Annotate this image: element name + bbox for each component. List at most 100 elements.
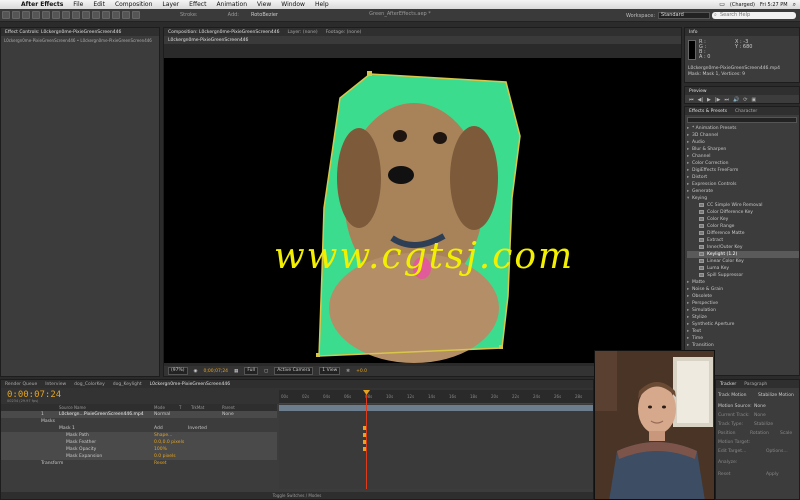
layer-row[interactable]: 1 L0ckergn...PixieGreenScreen446.mp4 Nor… [1, 411, 277, 418]
toggle-switches-modes[interactable]: Toggle Switches / Modes [1, 492, 593, 499]
layer-track-area[interactable] [279, 404, 593, 489]
clone-tool-icon[interactable] [102, 11, 110, 19]
composition-viewer[interactable]: www.cgtsj.com [164, 58, 681, 363]
app-menu[interactable]: After Effects [16, 1, 68, 8]
col-source-name[interactable]: Source Name [59, 404, 86, 411]
effect-category[interactable]: ▸ Noise & Grain [687, 286, 799, 293]
mask-path-row[interactable]: Mask Path Shape... [1, 432, 277, 439]
position-checkbox[interactable]: Position [718, 431, 736, 436]
effect-category[interactable]: ▸ Stylize [687, 314, 799, 321]
mask-feather-value[interactable]: 0.0,0.0 pixels [154, 439, 184, 446]
mask-feather-row[interactable]: Mask Feather 0.0,0.0 pixels [1, 439, 277, 446]
effect-category[interactable]: ▸ 3D Channel [687, 132, 799, 139]
tab-layer[interactable]: Layer: (none) [287, 30, 317, 35]
tab-dog-keylight[interactable]: dog_Keylight [113, 382, 142, 387]
loop-icon[interactable]: ⟳ [743, 97, 747, 103]
tab-dog-colorkey[interactable]: dog_ColorKey [74, 382, 105, 387]
current-track-select[interactable]: None [754, 413, 766, 418]
mask1-row[interactable]: Mask 1 Add Inverted [1, 425, 277, 432]
snapshot-icon[interactable]: ◉ [194, 369, 198, 374]
effect-item[interactable]: Luma Key [687, 265, 799, 272]
roto-brush-tool-icon[interactable] [122, 11, 130, 19]
tab-info[interactable]: Info [689, 30, 698, 35]
rotobezier-checkbox[interactable]: RotoBezier [251, 12, 278, 18]
resolution-select[interactable]: Full [244, 367, 259, 375]
options-button[interactable]: Options... [766, 449, 788, 454]
effect-category[interactable]: ▸ DigiEffects FreeForm [687, 167, 799, 174]
tab-effect-controls[interactable]: Effect Controls: L0ckergn0me-PixieGreenS… [5, 30, 121, 35]
effect-category[interactable]: ▸ Synthetic Aperture [687, 321, 799, 328]
zoom-select[interactable]: (97%) [168, 367, 188, 375]
effect-item[interactable]: Color Key [687, 216, 799, 223]
transform-row[interactable]: Transform Reset [1, 460, 277, 467]
hand-tool-icon[interactable] [12, 11, 20, 19]
transform-reset[interactable]: Reset [154, 460, 167, 467]
effect-category[interactable]: ▾ Keying [687, 195, 799, 202]
effect-category[interactable]: ▸ Blur & Sharpen [687, 146, 799, 153]
menu-composition[interactable]: Composition [110, 1, 157, 8]
mask-opacity-value[interactable]: 100% [154, 446, 167, 453]
exposure-value[interactable]: +0.0 [356, 369, 367, 374]
scale-checkbox[interactable]: Scale [780, 431, 792, 436]
mask-expansion-value[interactable]: 0.0 pixels [154, 453, 176, 460]
effect-category[interactable]: ▸ Text [687, 328, 799, 335]
effect-item[interactable]: Difference Matte [687, 230, 799, 237]
tab-effects-presets[interactable]: Effects & Presets [689, 109, 727, 114]
play-icon[interactable]: ▶ [707, 97, 711, 103]
mask-path-value[interactable]: Shape... [154, 432, 172, 439]
col-parent[interactable]: Parent [222, 404, 235, 411]
clock[interactable]: Fri 5:27 PM [760, 2, 788, 8]
views-select[interactable]: 1 View [319, 367, 341, 375]
zoom-tool-icon[interactable] [22, 11, 30, 19]
effect-category[interactable]: ▸ Expression Controls [687, 181, 799, 188]
grid-icon[interactable]: ▦ [234, 369, 238, 374]
layer-name[interactable]: L0ckergn...PixieGreenScreen446.mp4 [59, 411, 144, 418]
audio-icon[interactable]: 🔊 [733, 97, 739, 103]
menu-view[interactable]: View [252, 1, 276, 8]
stabilize-motion-button[interactable]: Stabilize Motion [758, 393, 794, 398]
tab-timeline-comp[interactable]: L0ckergn0me-PixieGreenScreen446 [150, 382, 230, 387]
layer-mode-select[interactable]: Normal [154, 411, 170, 418]
effect-item[interactable]: Inner/Outer Key [687, 244, 799, 251]
tab-paragraph[interactable]: Paragraph [744, 382, 767, 387]
effect-category[interactable]: ▸ Color Correction [687, 160, 799, 167]
workspace-select[interactable]: Standard [658, 12, 711, 19]
mask1-inverted-checkbox[interactable]: Inverted [188, 425, 207, 432]
mask-tool-icon[interactable] [62, 11, 70, 19]
brush-tool-icon[interactable] [92, 11, 100, 19]
effect-category[interactable]: ▸ Perspective [687, 300, 799, 307]
effect-item[interactable]: Linear Color Key [687, 258, 799, 265]
col-trkmat[interactable]: TrkMat [191, 404, 204, 411]
masks-group[interactable]: Masks [1, 418, 277, 425]
effect-category[interactable]: ▸ Matte [687, 279, 799, 286]
effect-category[interactable]: ▸ Channel [687, 153, 799, 160]
spotlight-icon[interactable]: ⌕ [793, 1, 796, 9]
menu-effect[interactable]: Effect [184, 1, 211, 8]
prev-frame-icon[interactable]: ◀| [698, 97, 704, 103]
tab-render-queue[interactable]: Render Queue [5, 382, 37, 387]
track-motion-button[interactable]: Track Motion [718, 393, 746, 398]
apply-button[interactable]: Apply [766, 472, 779, 477]
tab-composition[interactable]: Composition: L0ckergn0me-PixieGreenScree… [168, 30, 279, 35]
effect-item[interactable]: Extract [687, 237, 799, 244]
menu-help[interactable]: Help [310, 1, 334, 8]
effect-category[interactable]: ▸ * Animation Presets [687, 125, 799, 132]
first-frame-icon[interactable]: ⏮ [689, 97, 694, 103]
rotate-tool-icon[interactable] [32, 11, 40, 19]
col-t[interactable]: T [179, 404, 181, 411]
effect-category[interactable]: ▸ Time [687, 335, 799, 342]
effect-category[interactable]: ▸ Generate [687, 188, 799, 195]
menu-animation[interactable]: Animation [211, 1, 252, 8]
edit-target-button[interactable]: Edit Target... [718, 449, 746, 454]
effect-item[interactable]: Color Difference Key [687, 209, 799, 216]
tab-preview[interactable]: Preview [689, 89, 707, 94]
pen-tool-icon[interactable] [72, 11, 80, 19]
camera-tool-icon[interactable] [42, 11, 50, 19]
tab-footage[interactable]: Footage: (none) [326, 30, 362, 35]
motion-source-select[interactable]: None [754, 404, 766, 409]
menu-window[interactable]: Window [276, 1, 310, 8]
effect-item[interactable]: Color Range [687, 223, 799, 230]
effect-category[interactable]: ▸ Distort [687, 174, 799, 181]
effect-category[interactable]: ▸ Obsolete [687, 293, 799, 300]
tab-tracker[interactable]: Tracker [720, 382, 736, 387]
